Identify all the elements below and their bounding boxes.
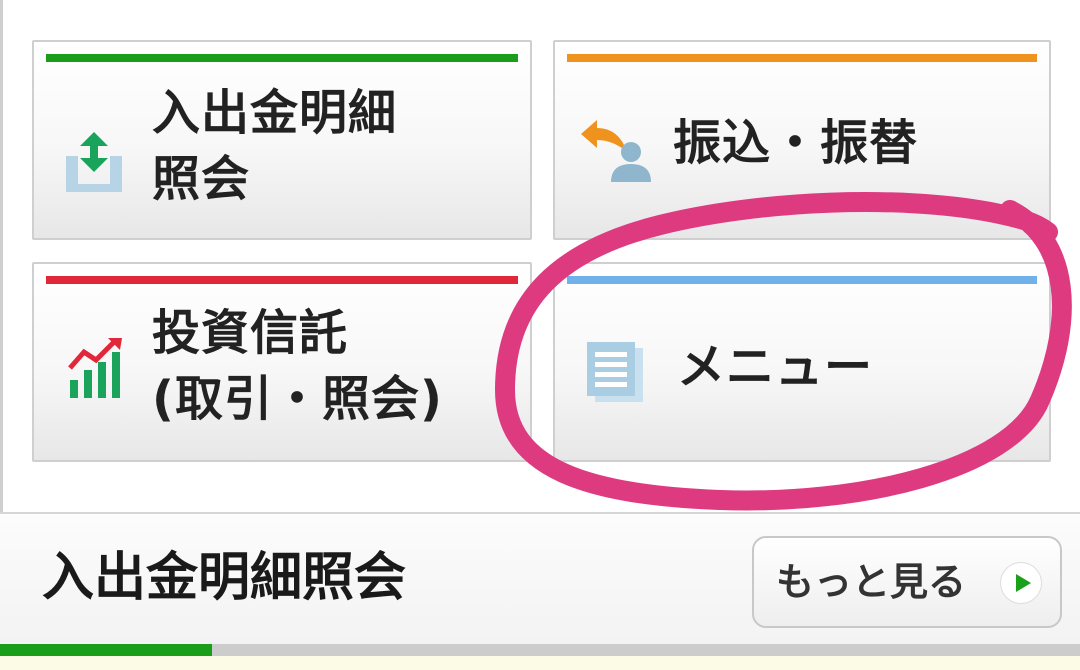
see-more-button[interactable]: もっと見る — [752, 536, 1062, 628]
tile-label-line: (取引・照会) — [152, 371, 443, 427]
deposit-withdrawal-icon — [62, 130, 126, 198]
deposit-withdrawal-inquiry-tile[interactable]: 入出金明細 照会 — [32, 40, 532, 240]
transaction-history-section: 入出金明細照会 もっと見る — [0, 512, 1080, 670]
section-title: 入出金明細照会 — [42, 548, 407, 608]
tile-label: 振込・振替 — [673, 115, 919, 171]
play-arrow-icon — [1000, 562, 1042, 604]
menu-tile[interactable]: メニュー — [553, 262, 1051, 462]
tile-label: 投資信託 (取引・照会) — [152, 300, 443, 432]
transfer-tile[interactable]: 振込・振替 — [553, 40, 1051, 240]
tile-label-line: 投資信託 — [152, 305, 349, 361]
tile-label: 入出金明細 照会 — [152, 80, 397, 212]
active-tab-indicator — [0, 644, 212, 656]
tile-accent-bar — [46, 54, 518, 62]
menu-document-icon — [585, 340, 647, 408]
tile-accent-bar — [567, 276, 1037, 284]
transfer-person-icon — [575, 118, 655, 192]
tile-label-line: 入出金明細 — [152, 85, 398, 141]
tile-accent-bar — [46, 276, 518, 284]
tile-label-line: 照会 — [152, 151, 251, 207]
see-more-label: もっと見る — [776, 560, 967, 604]
tile-label: メニュー — [677, 339, 874, 395]
investment-chart-icon — [66, 336, 126, 406]
investment-trust-tile[interactable]: 投資信託 (取引・照会) — [32, 262, 532, 462]
tile-accent-bar — [567, 54, 1037, 62]
tab-indicator-track — [0, 644, 1080, 656]
